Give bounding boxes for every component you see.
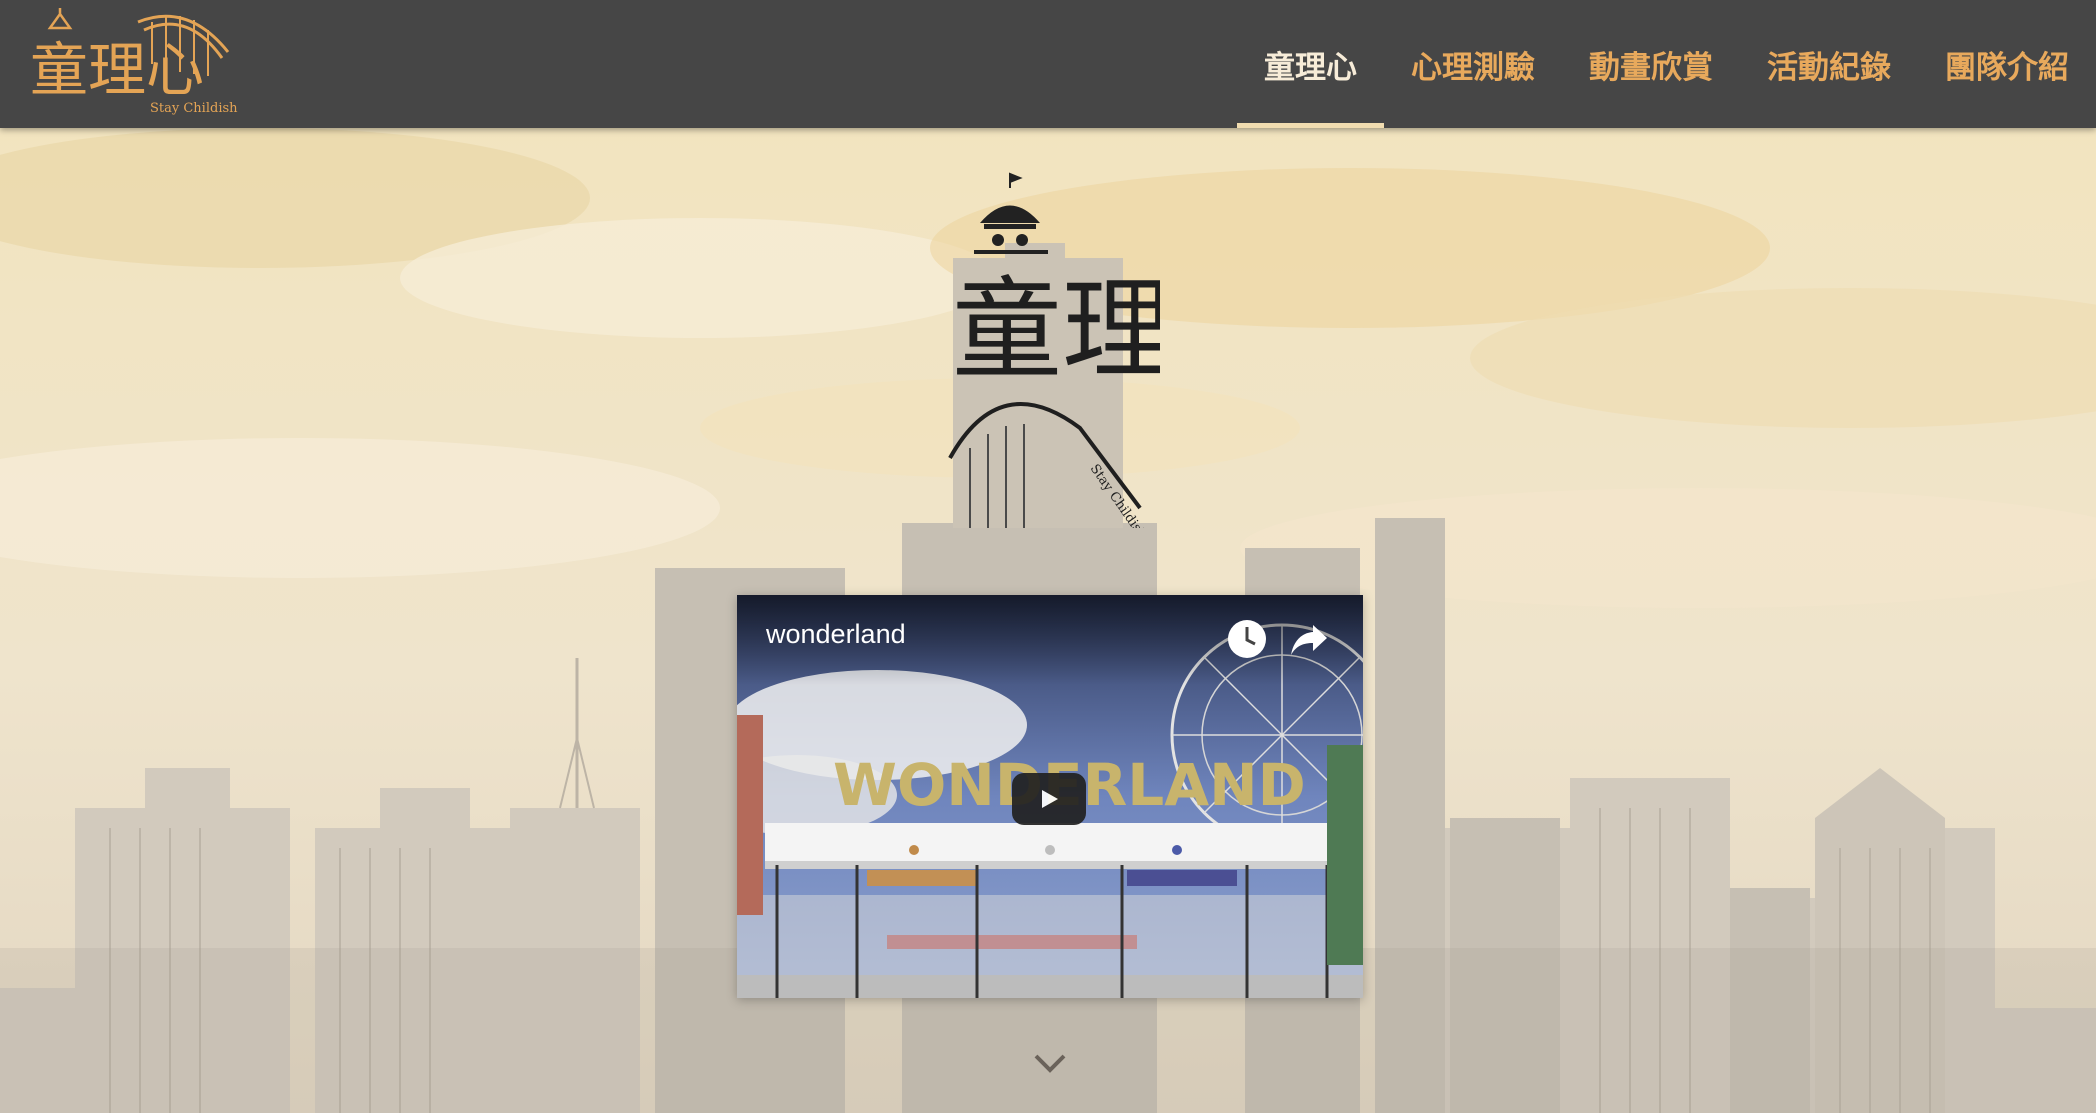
hero-section: 童理心 Stay Childish [0,128,2096,1113]
nav-item-animation[interactable]: 動畫欣賞 [1562,0,1740,128]
scroll-down-arrow[interactable] [1030,1048,1070,1078]
play-icon [1042,790,1058,808]
video-title[interactable]: wonderland [766,619,906,650]
nav-item-quiz[interactable]: 心理測驗 [1384,0,1562,128]
play-button[interactable] [1012,773,1086,825]
logo-text: 童理心 [30,36,204,104]
share-button[interactable] [1285,615,1333,663]
nav-item-home[interactable]: 童理心 [1237,0,1384,128]
hero-logo-text: 童理心 [952,266,1160,394]
chevron-down-icon [1034,1054,1066,1073]
clock-icon [1228,620,1266,658]
top-navbar: 童理心 Stay Childish 童理心 心理測驗 動畫欣賞 活動紀錄 團隊介… [0,0,2096,128]
logo-tagline: Stay Childish [150,101,238,116]
video-player[interactable]: WONDERLAND wonderland [737,595,1363,998]
hero-logo-mark: 童理心 Stay Childish [948,172,1160,528]
nav-item-team[interactable]: 團隊介紹 [1918,0,2096,128]
watch-later-button[interactable] [1223,615,1271,663]
brand-logo[interactable]: 童理心 Stay Childish [28,4,238,122]
logo-mark: 童理心 Stay Childish [30,8,238,116]
hero-logo-tagline: Stay Childish [1087,462,1150,528]
main-nav: 童理心 心理測驗 動畫欣賞 活動紀錄 團隊介紹 [1237,0,2096,128]
hero-logo: 童理心 Stay Childish [940,168,1160,528]
share-icon [1291,625,1327,655]
nav-item-events[interactable]: 活動紀錄 [1740,0,1918,128]
